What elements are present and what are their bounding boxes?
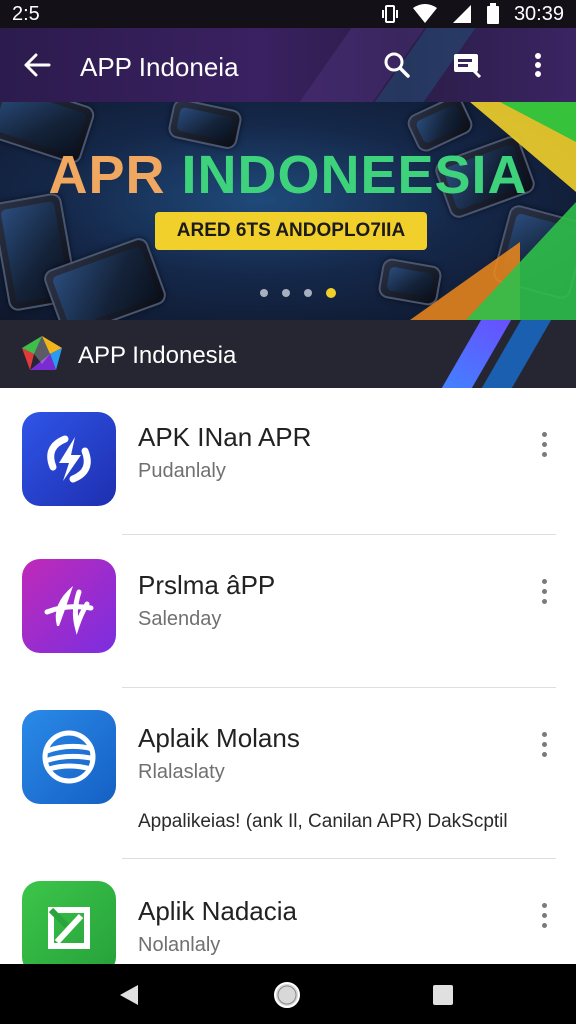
globe-swoosh-icon (22, 710, 116, 804)
brand-logo-icon (20, 334, 64, 374)
overflow-menu-icon[interactable] (532, 897, 556, 933)
cast-icon[interactable] (450, 48, 484, 82)
section-header: APP Indonesia (0, 320, 576, 388)
status-bar: 2:5 30:39 (0, 0, 576, 28)
list-item[interactable]: Aplik Nadacia Nolanlaly (0, 859, 576, 975)
carousel-dot-active[interactable] (326, 288, 336, 298)
app-list: APK INan APR Pudanlaly Prslma âPP Salend… (0, 388, 576, 975)
app-name: APK INan APR (138, 422, 312, 452)
back-triangle-icon[interactable] (112, 978, 146, 1012)
signal-icon (452, 4, 472, 24)
section-title: APP Indonesia (78, 342, 237, 369)
banner-tagline: ARED 6TS ANDOPLO7IIA (155, 212, 427, 250)
more-vert-icon[interactable] (521, 48, 555, 82)
app-bar-title: APP Indoneia (80, 52, 239, 82)
back-arrow-icon[interactable] (20, 50, 54, 80)
status-clock: 30:39 (513, 2, 564, 25)
overflow-menu-icon[interactable] (532, 426, 556, 462)
app-subtitle: Salenday (138, 608, 222, 630)
accent-shape (500, 102, 576, 142)
app-name: Aplaik Molans (138, 723, 300, 753)
green-square-icon (22, 881, 116, 975)
recents-square-icon[interactable] (426, 978, 460, 1012)
home-circle-icon[interactable] (270, 978, 304, 1012)
app-name: Aplik Nadacia (138, 896, 297, 926)
vibrate-icon (381, 4, 398, 24)
status-icons: 30:39 (381, 2, 564, 26)
status-time: 2:5 (12, 2, 40, 25)
app-name: Prslma âPP (138, 570, 276, 600)
search-icon[interactable] (380, 48, 414, 82)
promo-banner[interactable]: APR INDONEESIA ARED 6TS ANDOPLO7IIA (0, 102, 576, 320)
accent-shape (466, 202, 576, 320)
banner-title: APR INDONEESIA (0, 144, 576, 206)
battery-icon (486, 3, 500, 25)
app-subtitle: Rlalaslaty (138, 761, 225, 783)
app-description: Appalikeias! (ank Il, Canilan APR) DakSc… (138, 811, 508, 832)
carousel-dot[interactable] (304, 289, 312, 297)
overflow-menu-icon[interactable] (532, 573, 556, 609)
overflow-menu-icon[interactable] (532, 726, 556, 762)
banner-title-part1: APR (48, 145, 182, 205)
carousel-dot[interactable] (260, 289, 268, 297)
carousel-dot[interactable] (282, 289, 290, 297)
lightning-bolt-icon (22, 412, 116, 506)
wifi-icon (412, 4, 438, 24)
list-item[interactable]: Prslma âPP Salenday (0, 535, 576, 687)
app-bar: APP Indoneia (0, 28, 576, 102)
app-subtitle: Pudanlaly (138, 460, 226, 482)
app-subtitle: Nolanlaly (138, 934, 221, 956)
list-item[interactable]: APK INan APR Pudanlaly (0, 388, 576, 534)
script-letter-icon (22, 559, 116, 653)
carousel-dots[interactable] (260, 288, 336, 298)
banner-title-part2: INDONEESIA (181, 145, 528, 205)
system-nav-bar (0, 964, 576, 1024)
list-item[interactable]: Aplaik Molans Rlalaslaty Appalikeias! (a… (0, 688, 576, 858)
